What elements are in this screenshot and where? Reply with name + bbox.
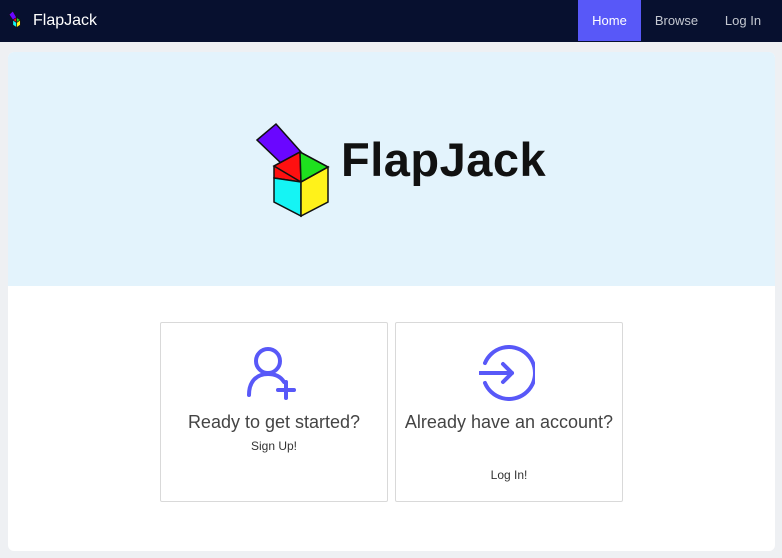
- user-plus-icon: [247, 347, 296, 400]
- signup-card[interactable]: Ready to get started? Sign Up!: [160, 322, 388, 502]
- nav-home-link[interactable]: Home: [578, 0, 641, 41]
- brand-name: FlapJack: [33, 12, 98, 29]
- top-navbar: FlapJack Home Browse Log In: [0, 0, 782, 42]
- hero-banner: FlapJack: [8, 52, 775, 286]
- hero-title: FlapJack: [341, 133, 547, 186]
- brand-link[interactable]: FlapJack: [8, 0, 97, 42]
- signup-link[interactable]: Sign Up!: [161, 439, 387, 453]
- signup-heading: Ready to get started?: [187, 412, 361, 432]
- nav-browse-link[interactable]: Browse: [641, 0, 712, 41]
- login-link[interactable]: Log In!: [396, 468, 622, 482]
- nav-login-link[interactable]: Log In: [712, 0, 774, 41]
- login-card[interactable]: Already have an account? Log In!: [395, 322, 623, 502]
- main-card: FlapJack Ready to get started? Sign Up! …: [8, 52, 775, 551]
- sign-in-icon: [479, 345, 535, 401]
- flapjack-cube-logo-icon: [8, 11, 21, 29]
- flapjack-cube-logo-icon: [256, 122, 330, 218]
- login-heading: Already have an account?: [404, 412, 614, 432]
